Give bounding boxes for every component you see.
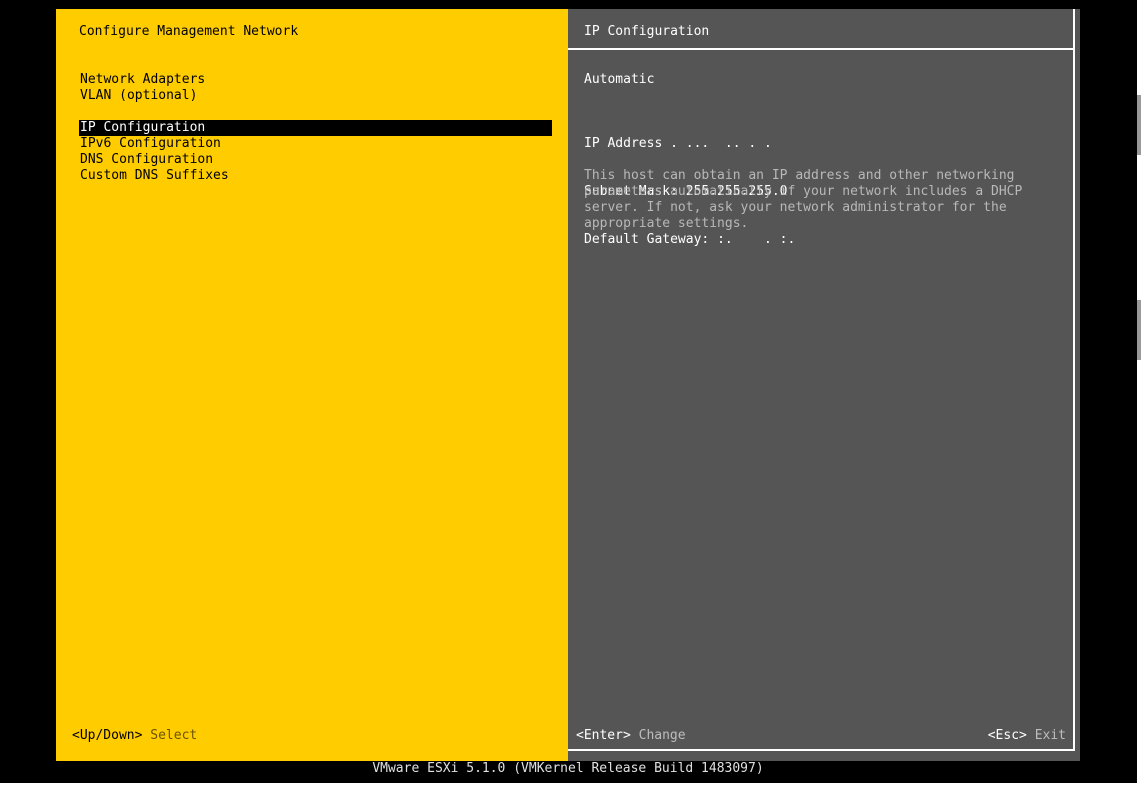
menu-pane: Configure Management Network Network Ada…: [56, 9, 568, 761]
menu-item-ip-configuration[interactable]: IP Configuration: [79, 120, 552, 136]
default-gateway-label: Default Gateway:: [584, 232, 710, 247]
status-bar: VMware ESXi 5.1.0 (VMKernel Release Buil…: [372, 761, 764, 776]
esc-action: Exit: [1034, 728, 1066, 743]
ip-address-value: . ... .. . .: [670, 136, 772, 151]
enter-action: Change: [638, 728, 686, 743]
enter-key[interactable]: <Enter>: [576, 728, 631, 743]
menu-spacer: [79, 104, 552, 120]
footer-enter-hint: <Enter> Change: [576, 728, 686, 744]
network-menu: Network Adapters VLAN (optional) IP Conf…: [79, 72, 552, 184]
menu-item-dns-configuration[interactable]: DNS Configuration: [79, 152, 552, 168]
ip-mode: Automatic: [584, 72, 655, 87]
footer-updown-hint: <Up/Down> Select: [72, 728, 197, 744]
updown-key[interactable]: <Up/Down>: [72, 728, 142, 743]
menu-pane-title: Configure Management Network: [79, 24, 299, 39]
menu-item-vlan[interactable]: VLAN (optional): [79, 88, 552, 104]
menu-item-ipv6-configuration[interactable]: IPv6 Configuration: [79, 136, 552, 152]
window-right-edge: [1137, 0, 1141, 788]
footer-esc-hint: <Esc> Exit: [988, 728, 1066, 744]
default-gateway-value: :. . :.: [717, 232, 796, 247]
detail-pane-title: IP Configuration: [584, 24, 710, 39]
window-edge-mark: [1137, 300, 1141, 360]
ip-address-row: IP Address . ... .. . .: [584, 136, 795, 152]
help-text: This host can obtain an IP address and o…: [584, 168, 1023, 231]
detail-pane: IP Configuration Automatic IP Address . …: [568, 9, 1080, 761]
window-bottom-edge: [0, 783, 1141, 788]
window-edge-mark: [1137, 95, 1141, 155]
esc-key[interactable]: <Esc>: [988, 728, 1027, 743]
updown-action: Select: [150, 728, 198, 743]
default-gateway-row: Default Gateway: :. . :.: [584, 232, 795, 248]
menu-item-custom-dns-suffixes[interactable]: Custom DNS Suffixes: [79, 168, 552, 184]
ip-address-label: IP Address: [584, 136, 663, 151]
dcui-console: Configure Management Network Network Ada…: [56, 9, 1080, 776]
title-divider: [568, 48, 1073, 50]
menu-item-network-adapters[interactable]: Network Adapters: [79, 72, 552, 88]
